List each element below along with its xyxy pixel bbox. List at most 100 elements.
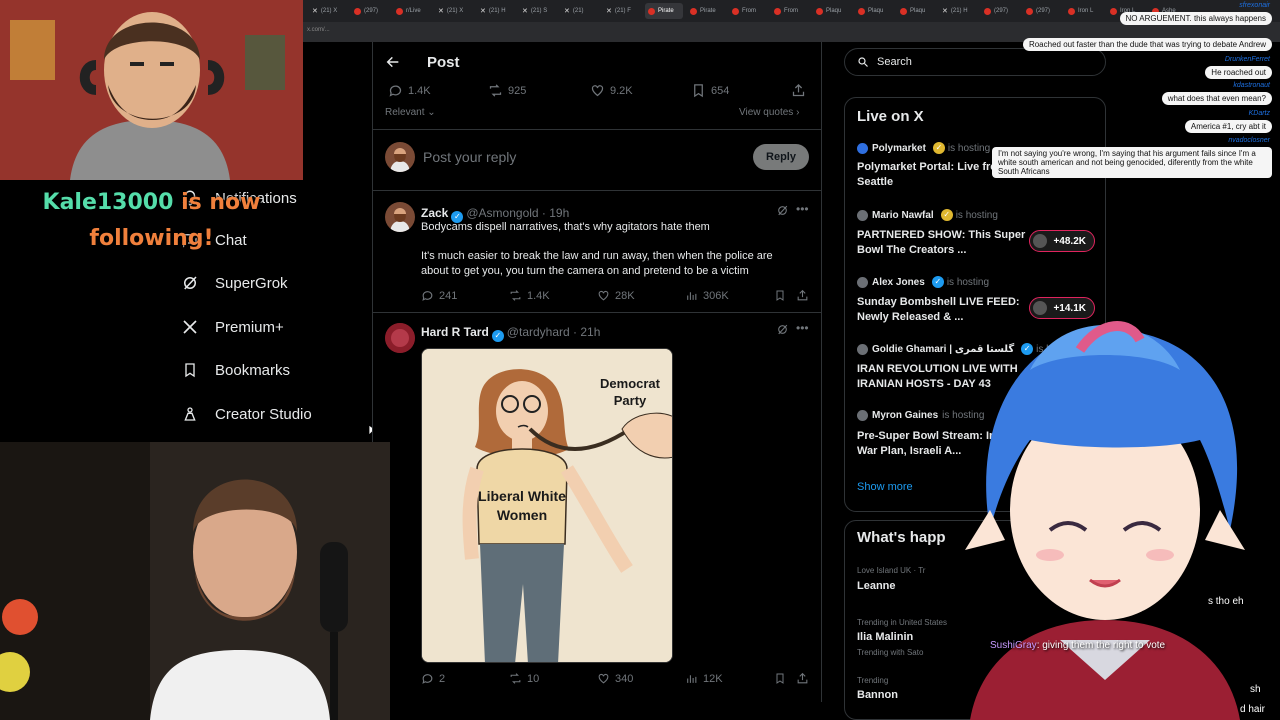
live-listeners-pill[interactable]: +48.2K (1029, 230, 1095, 252)
browser-tab-label: (21) H (950, 8, 968, 14)
browser-tab[interactable]: (297) (981, 3, 1019, 19)
search-input[interactable]: Search (844, 48, 1106, 76)
trend-name[interactable]: Ilia Malinin (857, 631, 913, 643)
tweet-text: It's much easier to break the law and ru… (421, 250, 773, 277)
site-favicon-icon (1110, 7, 1117, 15)
browser-tab[interactable]: Plaqu (855, 3, 893, 19)
browser-tab[interactable]: Pirate (687, 3, 725, 19)
show-more-link[interactable]: Show more (857, 481, 913, 493)
browser-tab[interactable]: Plaqu (813, 3, 851, 19)
tweet-author-name[interactable]: Hard R Tard (421, 325, 489, 339)
tweet-replies[interactable]: 241 (421, 289, 457, 302)
trend-name[interactable]: Bannon (857, 689, 898, 701)
live-host[interactable]: Polymarket ✓ is hosting (857, 142, 990, 154)
browser-tab[interactable]: r/Live (393, 3, 431, 19)
live-host[interactable]: Mario Nawfal ✓ is hosting (857, 209, 998, 221)
browser-tab[interactable]: Pirate (645, 3, 683, 19)
browser-tab[interactable]: ✕ (21) H (939, 3, 977, 19)
browser-tab-label: r/Live (406, 8, 421, 14)
live-title: Live on X (857, 108, 924, 125)
tweet-views[interactable]: 12K (685, 672, 723, 685)
bookmark-icon[interactable] (774, 289, 786, 302)
tweet-likes[interactable]: 28K (597, 289, 635, 302)
site-favicon-icon (900, 7, 907, 15)
post-replies-stat[interactable]: 1.4K (388, 83, 431, 98)
follower-name: Kale13000 (42, 190, 174, 215)
site-favicon-icon (354, 7, 361, 15)
browser-tab[interactable]: Plaqu (897, 3, 935, 19)
follow-alert-text: following! (89, 226, 214, 251)
browser-tab[interactable]: (297) (351, 3, 389, 19)
browser-tab[interactable]: ✕ (21) S (519, 3, 557, 19)
grok-icon[interactable] (776, 323, 789, 336)
post-bookmarks-stat[interactable]: 654 (691, 83, 729, 98)
back-arrow-icon[interactable] (385, 54, 401, 70)
chat-message: s tho eh (1208, 596, 1244, 607)
browser-tab[interactable]: (297) (1023, 3, 1061, 19)
verified-badge-icon: ✓ (940, 209, 953, 221)
post-reposts-stat[interactable]: 925 (488, 83, 526, 98)
browser-tab[interactable]: ✕ (21) X (435, 3, 473, 19)
nav-item-supergrok[interactable]: SuperGrok (180, 273, 288, 293)
chat-message: I'm not saying you're wrong, I'm saying … (992, 147, 1272, 178)
browser-tab[interactable]: ✕ (21) X (309, 3, 347, 19)
nav-label: Bookmarks (215, 361, 291, 379)
browser-tab[interactable]: From (771, 3, 809, 19)
more-options-icon[interactable]: ••• (796, 202, 809, 216)
tweet-replies[interactable]: 2 (421, 672, 445, 685)
share-icon[interactable] (796, 672, 809, 685)
share-icon[interactable] (791, 83, 806, 98)
repost-icon (510, 290, 521, 301)
more-options-icon[interactable]: ••• (796, 321, 809, 335)
nav-item-creator-studio[interactable]: Creator Studio (180, 404, 312, 424)
chat-username: kdastronaut (1233, 82, 1270, 89)
tweet-text: Bodycams dispell narratives, that's why … (421, 221, 710, 233)
browser-tab[interactable]: ✕ (21) F (603, 3, 641, 19)
tweet-time[interactable]: 21h (580, 325, 600, 339)
verified-badge-icon: ✓ (931, 276, 944, 288)
view-quotes-link[interactable]: View quotes › (739, 107, 799, 118)
browser-tab-label: Pirate (700, 8, 716, 14)
nav-item-premium[interactable]: Premium+ (180, 317, 284, 337)
chat-message: America #1, cry abt it (1184, 120, 1272, 133)
chat-message: what does that even mean? (1161, 92, 1272, 105)
reply-input[interactable]: Post your reply (423, 149, 516, 165)
site-favicon-icon (1068, 7, 1075, 15)
trend-name[interactable]: Leanne (857, 580, 896, 592)
tweet-likes[interactable]: 340 (597, 672, 633, 685)
x-logo-icon (180, 317, 200, 337)
tweet-views[interactable]: 306K (685, 289, 729, 302)
browser-tab-label: (297) (1036, 8, 1051, 14)
post-column: Post 1.4K 925 9.2K 654 Relevant ⌄ View q… (372, 42, 822, 702)
browser-tab[interactable]: Iron L (1065, 3, 1103, 19)
tweet-handle[interactable]: @tardyhard (507, 325, 570, 339)
nav-label: Premium+ (215, 318, 284, 336)
tweet-reposts[interactable]: 1.4K (509, 289, 550, 302)
sort-relevant[interactable]: Relevant ⌄ (385, 107, 436, 118)
share-icon[interactable] (796, 289, 809, 302)
grok-icon[interactable] (776, 204, 789, 217)
live-item-title[interactable]: PARTNERED SHOW: This Super Bowl The Crea… (857, 228, 1027, 258)
browser-tab[interactable]: ✕ (21) H (477, 3, 515, 19)
chat-username: DrunkenFerret (1224, 56, 1270, 63)
chat-username: sfrexonair (1239, 2, 1270, 9)
reply-button[interactable]: Reply (753, 144, 809, 170)
nav-item-bookmarks[interactable]: Bookmarks (180, 360, 290, 380)
browser-tab-label: (21) F (614, 8, 631, 14)
tweet-handle[interactable]: @Asmongold (466, 206, 538, 220)
browser-tab-label: Pirate (658, 8, 674, 14)
tweet-image[interactable]: Democrat Party Liberal White Women (421, 348, 673, 663)
browser-tab[interactable]: From (729, 3, 767, 19)
browser-tab[interactable]: ✕ (21) (561, 3, 599, 19)
bookmark-icon[interactable] (774, 672, 786, 685)
image-caption-party: Democrat Party (600, 376, 660, 408)
post-likes-stat[interactable]: 9.2K (590, 83, 633, 98)
live-host[interactable]: Alex Jones ✓ is hosting (857, 276, 989, 288)
reply-icon (422, 674, 433, 684)
browser-tab-label: (21) X (446, 8, 464, 14)
tweet-reposts[interactable]: 10 (509, 672, 539, 685)
tweet-author-name[interactable]: Zack (421, 206, 448, 220)
nav-label: SuperGrok (215, 274, 288, 292)
host-avatar (857, 410, 868, 421)
tweet-time[interactable]: 19h (549, 206, 569, 220)
